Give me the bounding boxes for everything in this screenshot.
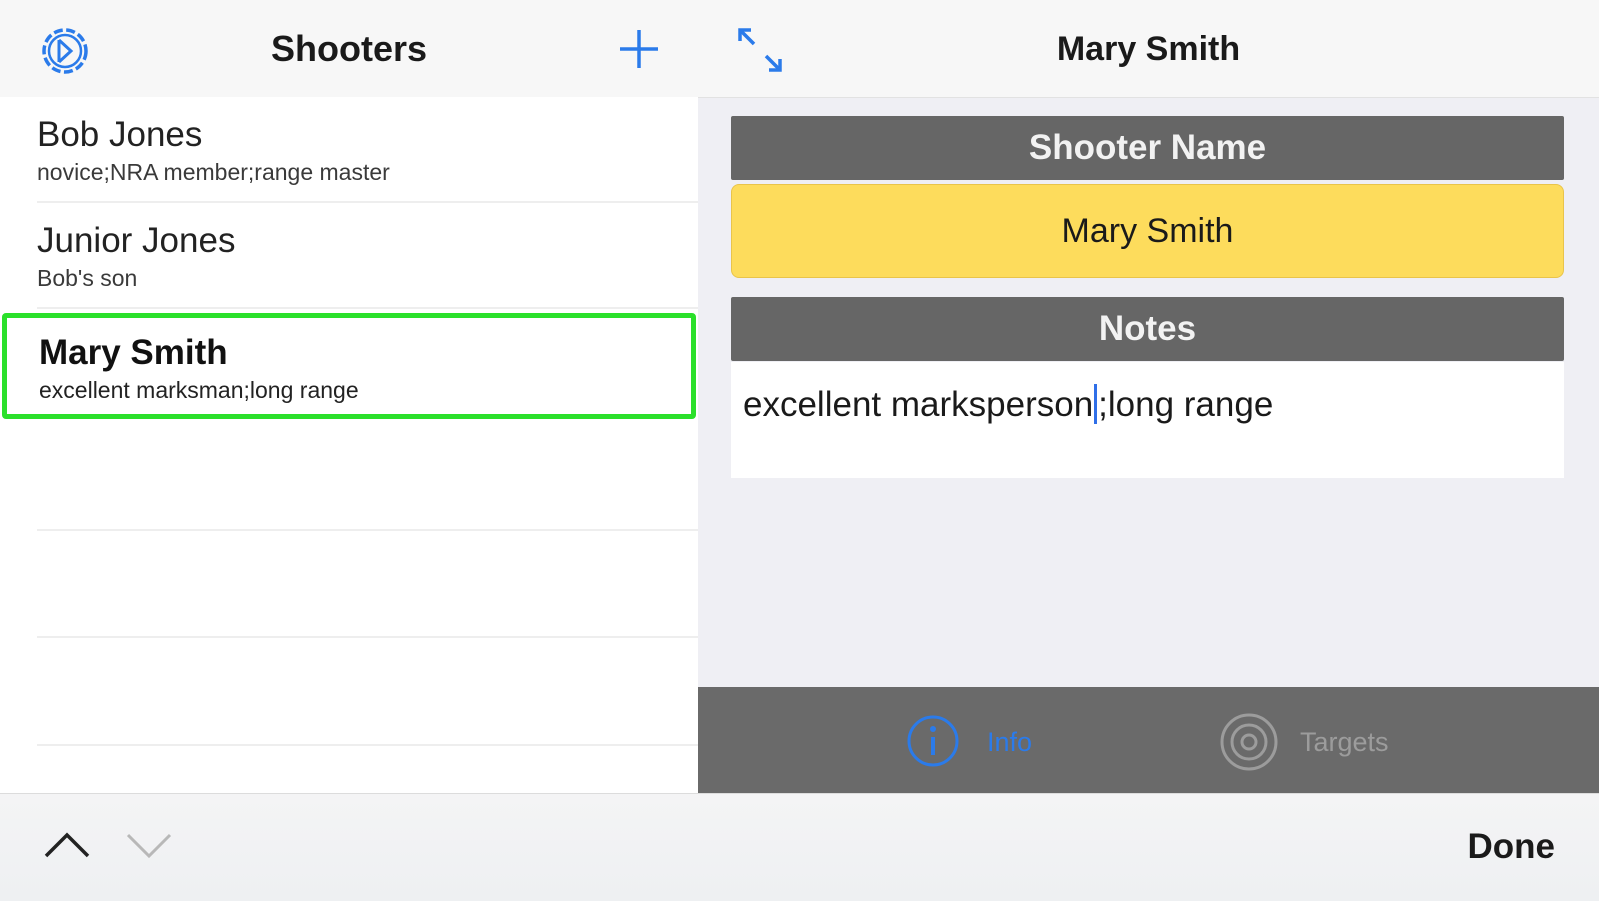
- tab-targets-label: Targets: [1300, 727, 1389, 757]
- shooter-name-header: Shooter Name: [731, 116, 1564, 180]
- shooter-row-bob-jones[interactable]: Bob Jones novice;NRA member;range master: [0, 97, 698, 203]
- shooter-notes: Bob's son: [37, 265, 138, 291]
- done-button[interactable]: Done: [1468, 827, 1556, 867]
- keyboard-accessory-toolbar: Done: [0, 793, 1599, 901]
- detail-nav-bar: Mary Smith: [698, 0, 1599, 98]
- add-shooter-button[interactable]: [614, 24, 664, 74]
- tab-info[interactable]: Info: [905, 711, 1035, 771]
- notes-text-field[interactable]: excellent marksperson ;long range: [731, 362, 1564, 478]
- empty-row-divider: [37, 529, 698, 531]
- shooters-list-pane: Shooters Bob Jones novice;NRA member;ran…: [0, 0, 698, 793]
- shooter-notes: excellent marksman;long range: [39, 377, 359, 403]
- empty-row-divider: [37, 636, 698, 638]
- shooter-notes: novice;NRA member;range master: [37, 159, 390, 185]
- master-title: Shooters: [270, 28, 428, 69]
- text-cursor: [1094, 384, 1098, 424]
- shooter-row-junior-jones[interactable]: Junior Jones Bob's son: [0, 203, 698, 309]
- shooter-name: Junior Jones: [37, 221, 236, 260]
- shooter-row-mary-smith[interactable]: Mary Smith excellent marksman;long range: [2, 313, 696, 419]
- next-field-chevron-down-icon[interactable]: [124, 826, 174, 866]
- shooter-name: Mary Smith: [39, 333, 228, 372]
- shooter-detail-pane: Mary Smith Shooter Name Mary Smith Notes…: [698, 0, 1599, 793]
- master-nav-bar: Shooters: [0, 0, 698, 98]
- tab-bar: Info Targets: [698, 687, 1599, 793]
- shooter-name: Bob Jones: [37, 115, 203, 154]
- shooter-name-field[interactable]: Mary Smith: [731, 184, 1564, 278]
- info-icon: [905, 713, 961, 769]
- previous-field-chevron-up-icon[interactable]: [42, 826, 92, 866]
- notes-text-after-cursor: ;long range: [1098, 385, 1274, 424]
- empty-row-divider: [37, 744, 698, 746]
- notes-text-before-cursor: excellent marksperson: [743, 385, 1094, 424]
- plus-icon: [620, 30, 658, 68]
- row-divider: [37, 307, 698, 309]
- tab-info-label: Info: [987, 727, 1033, 757]
- target-icon: [1218, 711, 1280, 773]
- notes-header: Notes: [731, 297, 1564, 361]
- detail-title: Mary Smith: [1056, 30, 1241, 68]
- tab-targets[interactable]: Targets: [1218, 711, 1418, 771]
